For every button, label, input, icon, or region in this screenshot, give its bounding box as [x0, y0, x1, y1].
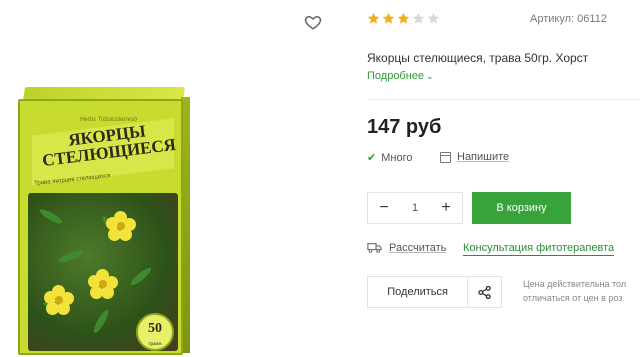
rating-stars [367, 12, 440, 25]
calc-link-label: Рассчитать [389, 242, 447, 254]
weight-badge: 50 грамм [136, 313, 174, 351]
package-front: Herbs Tribulusterrestr ЯКОРЦЫ СТЕЛЮЩИЕСЯ… [18, 99, 183, 355]
quantity-input[interactable] [400, 202, 430, 214]
flower-3 [44, 285, 74, 315]
star-empty-icon [427, 12, 440, 24]
star-filled-icon [382, 12, 395, 24]
quantity-stepper: − + [367, 192, 463, 224]
heart-icon [304, 15, 322, 30]
product-title: Якорцы стелющиеся, трава 50гр. Хорст [367, 51, 589, 65]
price-note: Цена действительна тол отличаться от цен… [523, 277, 640, 305]
flower-1 [106, 211, 136, 241]
consult-link[interactable]: Консультация фитотерапевта [463, 242, 615, 256]
share-icon-button[interactable] [467, 277, 501, 307]
star-filled-icon [367, 12, 380, 24]
price: 147 руб [367, 116, 442, 138]
weight-unit: грамм [148, 342, 162, 347]
star-filled-icon [397, 12, 410, 24]
share-group: Поделиться [367, 276, 502, 308]
article-number: Артикул: 06112 [530, 13, 607, 25]
share-icon [478, 285, 491, 299]
truck-icon [367, 243, 382, 253]
add-to-cart-button[interactable]: В корзину [472, 192, 571, 224]
chevron-down-icon: ⌄ [426, 71, 434, 81]
write-link-label: Напишите [457, 151, 510, 163]
stock-status: ✔ Много [367, 151, 413, 165]
divider [367, 99, 640, 100]
plus-button[interactable]: + [438, 200, 454, 216]
price-note-line1: Цена действительна тол [523, 279, 627, 289]
more-link-label: Подробнее [367, 70, 425, 82]
calendar-icon [440, 151, 451, 163]
product-image[interactable]: Herbs Tribulusterrestr ЯКОРЦЫ СТЕЛЮЩИЕСЯ… [18, 87, 190, 355]
stock-label: Много [381, 151, 413, 164]
price-note-line2: отличаться от цен в роз [523, 293, 623, 303]
write-link[interactable]: Напишите [440, 151, 509, 163]
share-button[interactable]: Поделиться [368, 286, 467, 298]
weight-value: 50 [148, 321, 162, 336]
minus-button[interactable]: − [376, 200, 392, 216]
flower-2 [88, 269, 118, 299]
star-empty-icon [412, 12, 425, 24]
package-brand-line: Herbs Tribulusterrestr [80, 117, 138, 123]
favorite-button[interactable] [304, 13, 322, 31]
check-icon: ✔ [367, 152, 377, 164]
calc-delivery-link[interactable]: Рассчитать [367, 242, 446, 254]
more-link[interactable]: Подробнее ⌄ [367, 70, 434, 82]
